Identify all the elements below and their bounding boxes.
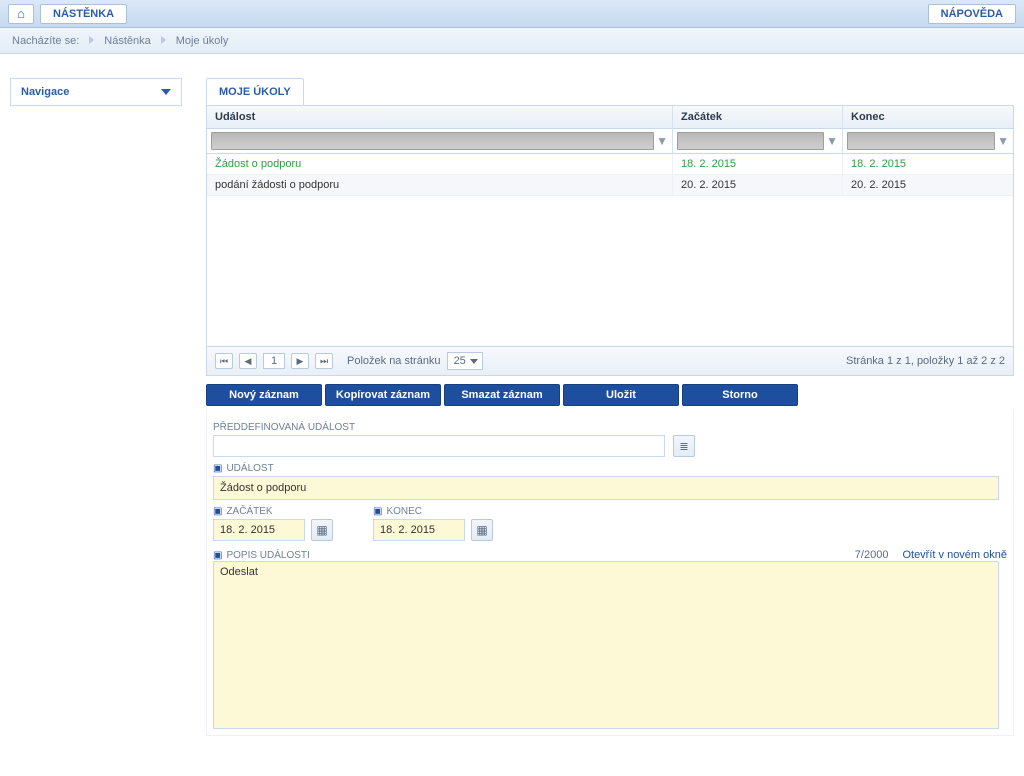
dates-row: ▣ ZAČÁTEK 18. 2. 2015 ▦ ▣ KONEC [213, 500, 1007, 541]
breadcrumb-sep [85, 35, 98, 47]
open-new-window-link[interactable]: Otevřít v novém okně [902, 549, 1007, 561]
chevron-down-icon [161, 89, 171, 95]
breadcrumb-label: Nacházíte se: [12, 35, 79, 47]
action-row: Nový záznam Kopírovat záznam Smazat zázn… [206, 376, 1014, 410]
copy-record-button[interactable]: Kopírovat záznam [325, 384, 441, 406]
zacatek-input[interactable]: 18. 2. 2015 [213, 519, 305, 541]
pager-page-input[interactable]: 1 [263, 353, 285, 369]
delete-record-button[interactable]: Smazat záznam [444, 384, 560, 406]
popis-label-text: POPIS UDÁLOSTI [226, 550, 309, 561]
navigace-label: Navigace [21, 86, 69, 98]
cell-event: podání žádosti o podporu [207, 175, 673, 196]
funnel-icon[interactable]: ▼ [656, 135, 668, 147]
grid-header: Událost Začátek Konec [207, 106, 1013, 129]
storno-button[interactable]: Storno [682, 384, 798, 406]
cell-start: 18. 2. 2015 [673, 154, 843, 175]
required-icon: ▣ [373, 506, 382, 517]
pager-prev-button[interactable]: ◀ [239, 353, 257, 369]
home-button[interactable]: ⌂ [8, 4, 34, 24]
konec-calendar-button[interactable]: ▦ [471, 519, 493, 541]
konec-input[interactable]: 18. 2. 2015 [373, 519, 465, 541]
filter-event-input[interactable] [211, 132, 654, 150]
udalost-label: ▣ UDÁLOST [213, 463, 1007, 474]
cell-event: Žádost o podporu [207, 154, 673, 175]
calendar-icon: ▦ [316, 523, 327, 537]
konec-label: ▣ KONEC [373, 506, 493, 517]
pager-first-button[interactable]: ⏮ [215, 353, 233, 369]
task-form: PŘEDDEFINOVANÁ UDÁLOST ≣ ▣ UDÁLOST Žádos… [206, 410, 1014, 736]
popis-header: ▣ POPIS UDÁLOSTI 7/2000 Otevřít v novém … [213, 549, 1007, 561]
sidebar: Navigace [10, 78, 182, 736]
calendar-icon: ▦ [476, 523, 487, 537]
navigace-toggle[interactable]: Navigace [10, 78, 182, 106]
popis-textarea[interactable]: Odeslat [213, 561, 999, 729]
table-row[interactable]: podání žádosti o podporu 20. 2. 2015 20.… [207, 175, 1013, 196]
home-icon: ⌂ [17, 6, 25, 21]
filter-end-input[interactable] [847, 132, 995, 150]
breadcrumb-item-0[interactable]: Nástěnka [104, 35, 150, 47]
col-header-event[interactable]: Událost [207, 106, 673, 129]
funnel-icon[interactable]: ▼ [997, 135, 1009, 147]
layout: Navigace MOJE ÚKOLY Událost Začátek Kone… [0, 54, 1024, 746]
pager-perpage-select[interactable]: 25 [447, 352, 483, 370]
pager-status: Stránka 1 z 1, položky 1 až 2 z 2 [846, 355, 1005, 367]
funnel-icon[interactable]: ▼ [826, 135, 838, 147]
grid-pager: ⏮ ◀ 1 ▶ ⏭ Položek na stránku 25 Stránka … [207, 346, 1013, 375]
nastenka-button[interactable]: NÁSTĚNKA [40, 4, 127, 24]
konec-label-text: KONEC [386, 506, 422, 517]
pager-perpage-label: Položek na stránku [347, 355, 441, 367]
predef-input[interactable] [213, 435, 665, 457]
table-row[interactable]: Žádost o podporu 18. 2. 2015 18. 2. 2015 [207, 154, 1013, 175]
predef-lookup-button[interactable]: ≣ [673, 435, 695, 457]
napoveda-button[interactable]: NÁPOVĚDA [928, 4, 1016, 24]
required-icon: ▣ [213, 506, 222, 517]
zacatek-label-text: ZAČÁTEK [226, 506, 272, 517]
predef-label: PŘEDDEFINOVANÁ UDÁLOST [213, 422, 1007, 433]
tab-moje-ukoly[interactable]: MOJE ÚKOLY [206, 78, 304, 105]
new-record-button[interactable]: Nový záznam [206, 384, 322, 406]
breadcrumb: Nacházíte se: Nástěnka Moje úkoly [0, 28, 1024, 54]
pager-next-button[interactable]: ▶ [291, 353, 309, 369]
required-icon: ▣ [213, 463, 222, 474]
zacatek-calendar-button[interactable]: ▦ [311, 519, 333, 541]
main: MOJE ÚKOLY Událost Začátek Konec ▼ ▼ [206, 78, 1014, 736]
col-header-end[interactable]: Konec [843, 106, 1013, 129]
grid-body: Žádost o podporu 18. 2. 2015 18. 2. 2015… [207, 154, 1013, 346]
udalost-input[interactable]: Žádost o podporu [213, 476, 999, 500]
popis-counter: 7/2000 [855, 549, 889, 561]
filter-start-input[interactable] [677, 132, 824, 150]
popis-label: ▣ POPIS UDÁLOSTI [213, 550, 310, 561]
required-icon: ▣ [213, 550, 222, 561]
task-grid: Událost Začátek Konec ▼ ▼ ▼ [206, 105, 1014, 376]
save-button[interactable]: Uložit [563, 384, 679, 406]
grid-filter-row: ▼ ▼ ▼ [207, 129, 1013, 154]
top-bar: ⌂ NÁSTĚNKA NÁPOVĚDA [0, 0, 1024, 28]
breadcrumb-item-1[interactable]: Moje úkoly [176, 35, 229, 47]
pager-last-button[interactable]: ⏭ [315, 353, 333, 369]
cell-end: 18. 2. 2015 [843, 154, 1013, 175]
zacatek-label: ▣ ZAČÁTEK [213, 506, 333, 517]
udalost-label-text: UDÁLOST [226, 463, 273, 474]
breadcrumb-sep [157, 35, 170, 47]
cell-end: 20. 2. 2015 [843, 175, 1013, 196]
cell-start: 20. 2. 2015 [673, 175, 843, 196]
list-icon: ≣ [679, 440, 688, 453]
col-header-start[interactable]: Začátek [673, 106, 843, 129]
